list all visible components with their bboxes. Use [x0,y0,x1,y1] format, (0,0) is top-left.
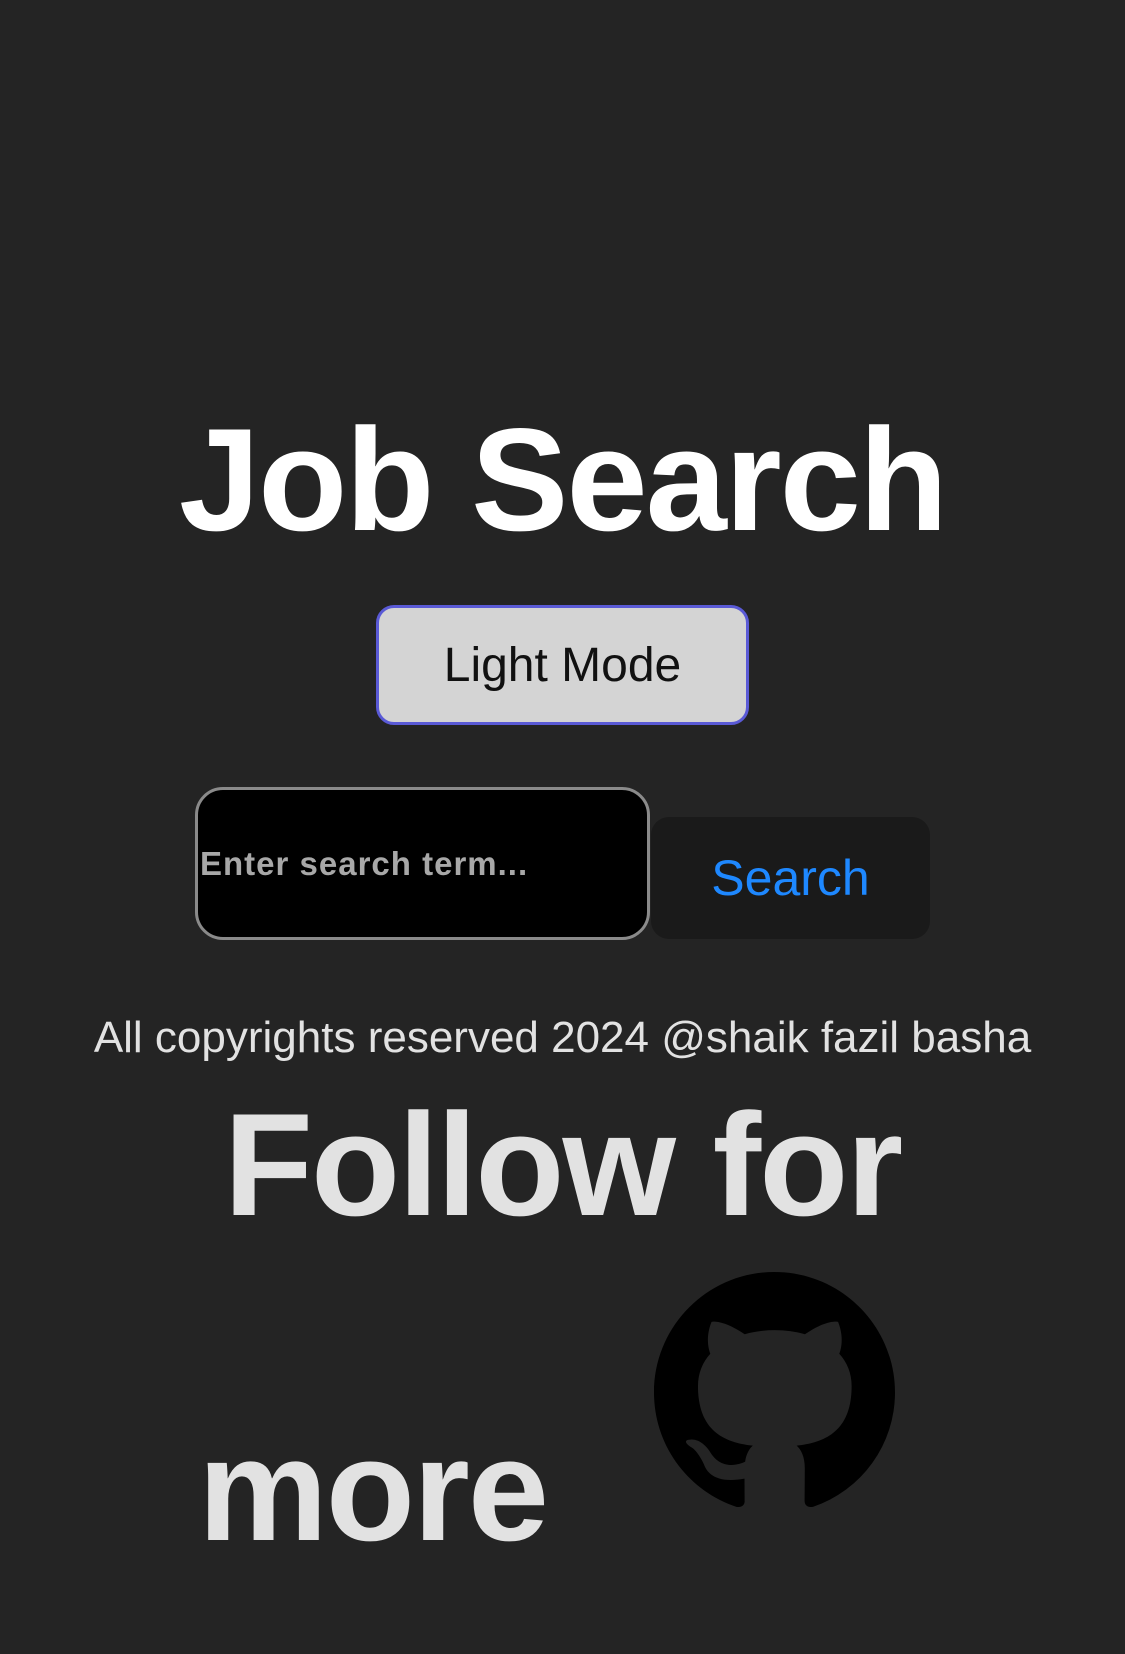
light-mode-button[interactable]: Light Mode [376,605,749,725]
github-icon [654,1272,895,1508]
search-button[interactable]: Search [651,817,930,939]
github-link[interactable] [654,1272,895,1513]
copyright-text: All copyrights reserved 2024 @shaik fazi… [93,1013,1032,1062]
search-input[interactable] [195,787,650,940]
follow-heading-more: more [198,1408,549,1571]
follow-heading: Follow for [223,1083,903,1246]
page-title: Job Search [178,398,948,561]
